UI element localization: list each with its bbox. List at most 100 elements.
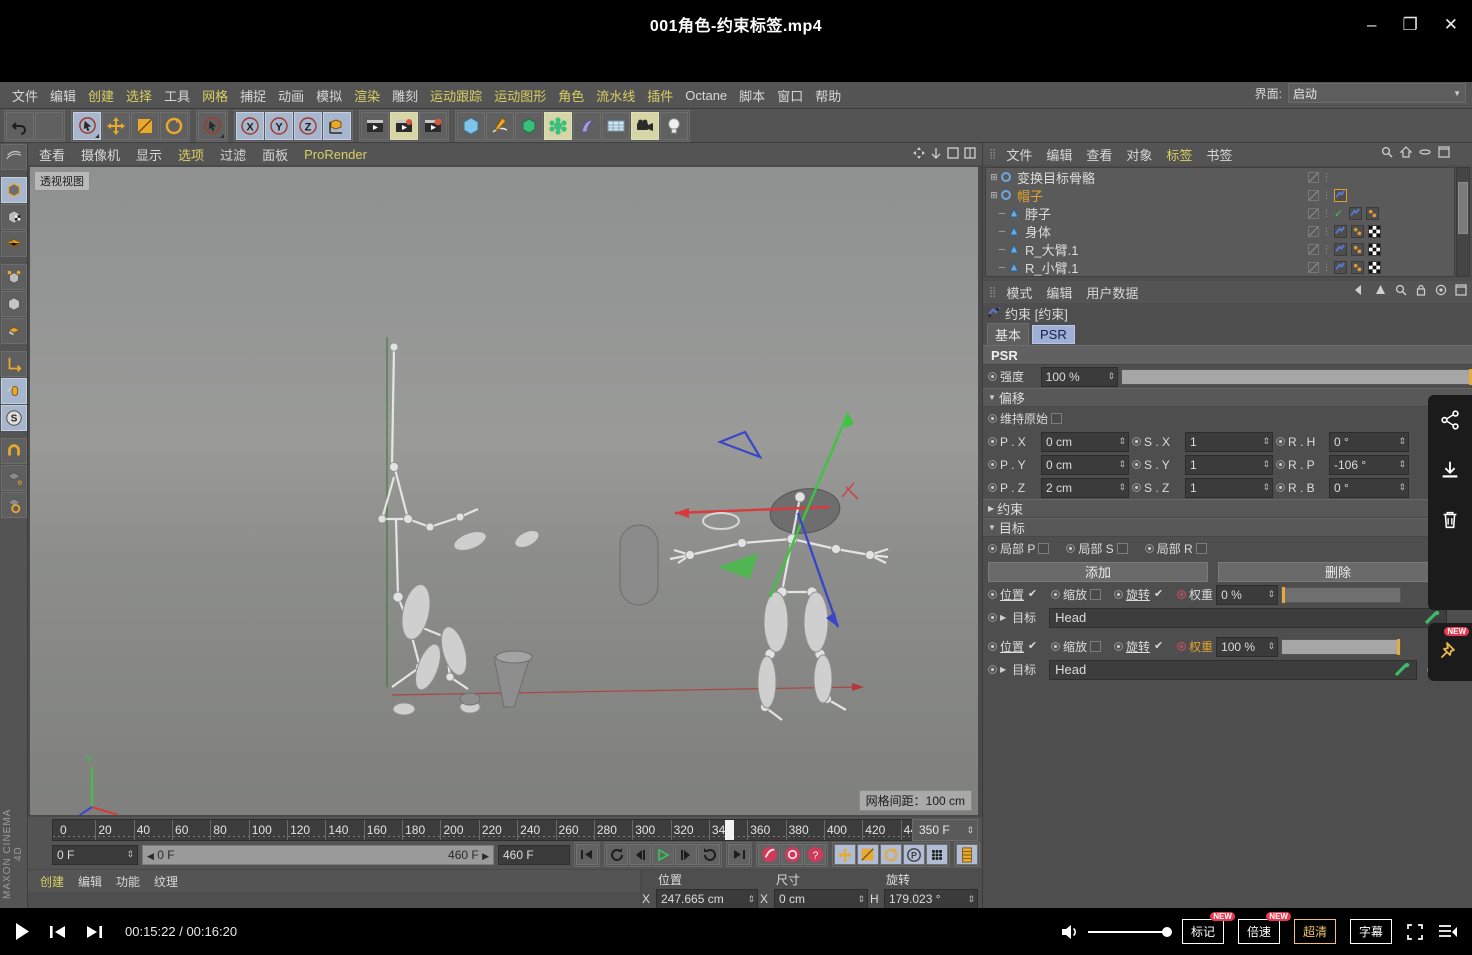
offset-sy-radio[interactable] xyxy=(1132,460,1141,469)
target-2-scale-checkbox[interactable] xyxy=(1090,641,1101,652)
fit-icon[interactable] xyxy=(1438,146,1450,158)
viewport-menu-prorender[interactable]: ProRender xyxy=(297,146,374,163)
material-menu-create[interactable]: 创建 xyxy=(34,872,70,891)
menu-item-edit[interactable]: 编辑 xyxy=(44,84,82,107)
menu-item-sculpt[interactable]: 雕刻 xyxy=(386,84,424,107)
download-button[interactable] xyxy=(1428,445,1472,495)
next-frame-icon[interactable] xyxy=(675,844,697,865)
offset-rb-field[interactable]: 0 °⇕ xyxy=(1329,478,1409,498)
target-1-weight-radio[interactable] xyxy=(1177,590,1186,599)
target-1-weight-slider[interactable] xyxy=(1281,587,1401,603)
target-2-scale-radio[interactable] xyxy=(1051,642,1060,651)
target-1-position-check[interactable]: ✔ xyxy=(1027,589,1038,600)
menu-item-render[interactable]: 渲染 xyxy=(348,84,386,107)
drag-handle-icon[interactable]: ⣿ xyxy=(989,149,996,160)
timeline-playhead[interactable] xyxy=(725,820,734,841)
object-manager-scrollbar[interactable] xyxy=(1456,167,1470,277)
menu-item-help[interactable]: 帮助 xyxy=(809,84,847,107)
layout-panel-icon[interactable] xyxy=(964,147,976,159)
render-settings-icon[interactable] xyxy=(419,112,447,140)
local-p-checkbox[interactable] xyxy=(1038,543,1049,554)
menu-item-character[interactable]: 角色 xyxy=(552,84,590,107)
end-frame-field[interactable]: 460 F xyxy=(498,845,570,865)
coord-field-px[interactable]: 247.665 cm⇕ xyxy=(656,889,758,908)
local-s-radio[interactable] xyxy=(1066,544,1075,553)
spinner-icon[interactable]: ⇕ xyxy=(126,849,134,860)
constraint-tag-icon[interactable] xyxy=(1334,225,1347,238)
offset-px-radio[interactable] xyxy=(988,437,997,446)
offset-rb-radio[interactable] xyxy=(1276,483,1285,492)
strength-field[interactable]: 100 %⇕ xyxy=(1041,367,1118,387)
volume-icon[interactable] xyxy=(1060,923,1080,941)
camera-icon[interactable] xyxy=(631,112,659,140)
spline-pen-icon[interactable] xyxy=(486,112,514,140)
target-1-rotation-check[interactable]: ✔ xyxy=(1153,589,1164,600)
menu-item-file[interactable]: 文件 xyxy=(6,84,44,107)
target-1-rotation-radio[interactable] xyxy=(1114,590,1123,599)
om-menu-edit[interactable]: 编辑 xyxy=(1040,144,1078,165)
keep-original-radio[interactable] xyxy=(988,414,997,423)
chevron-right-icon[interactable]: ▶ xyxy=(1000,613,1006,622)
edges-mode-icon[interactable] xyxy=(1,204,27,230)
workplane-icon[interactable] xyxy=(1,351,27,377)
light-icon[interactable] xyxy=(660,112,688,140)
constraint-tag-icon[interactable] xyxy=(1349,207,1362,220)
maximize-button[interactable]: ❐ xyxy=(1403,16,1418,33)
weight-tag-icon[interactable] xyxy=(1368,243,1381,256)
object-mode-icon[interactable] xyxy=(1,291,27,317)
visibility-dots-icon[interactable] xyxy=(1308,226,1319,237)
previous-frame-icon[interactable] xyxy=(629,844,651,865)
cube-primitive-icon[interactable] xyxy=(457,112,485,140)
material-menu-texture[interactable]: 纹理 xyxy=(148,872,184,891)
target-2-position-check[interactable]: ✔ xyxy=(1027,641,1038,652)
record-key-icon[interactable] xyxy=(758,844,780,865)
select-live-icon[interactable] xyxy=(73,112,101,140)
local-s-checkbox[interactable] xyxy=(1117,543,1128,554)
nurbs-icon[interactable] xyxy=(515,112,543,140)
delete-button[interactable] xyxy=(1428,495,1472,545)
search-icon[interactable] xyxy=(1381,146,1393,158)
menu-item-select[interactable]: 选择 xyxy=(120,84,158,107)
coord-field-h[interactable]: 179.023 °⇕ xyxy=(884,889,978,908)
visibility-dots-icon[interactable] xyxy=(1308,172,1319,183)
object-row[interactable]: ⊞帽子⋮ xyxy=(986,186,1454,204)
constraint-group-header[interactable]: ▶ 约束 xyxy=(983,499,1472,518)
maximize-panel-icon[interactable] xyxy=(947,147,959,159)
viewport-menu-options[interactable]: 选项 xyxy=(171,144,211,165)
material-menu-edit[interactable]: 编辑 xyxy=(72,872,108,891)
target-1-link-radio[interactable] xyxy=(988,613,997,622)
fullscreen-icon[interactable] xyxy=(1406,923,1424,941)
strength-radio[interactable] xyxy=(988,372,997,381)
render-region-icon[interactable] xyxy=(390,112,418,140)
object-dots-icon[interactable]: ⋮ xyxy=(1322,175,1328,179)
visibility-dots-icon[interactable] xyxy=(1308,190,1319,201)
3d-viewport[interactable]: 透视视图 网格间距：100 cm xyxy=(30,167,978,815)
timeline-ruler[interactable]: 0204060801001201401601802002202402602803… xyxy=(52,819,964,841)
object-row[interactable]: ─脖子⋮✓ xyxy=(986,204,1454,222)
offset-px-field[interactable]: 0 cm⇕ xyxy=(1041,432,1129,452)
material-menu-function[interactable]: 功能 xyxy=(110,872,146,891)
object-row[interactable]: ─R_小臂.1⋮ xyxy=(986,258,1454,276)
viewport-menu-display[interactable]: 显示 xyxy=(129,144,169,165)
target-2-link-radio[interactable] xyxy=(988,665,997,674)
constraint-tag-icon[interactable] xyxy=(1334,243,1347,256)
target-2-rotation-check[interactable]: ✔ xyxy=(1153,641,1164,652)
enable-axis-icon[interactable]: S xyxy=(1,405,27,431)
om-menu-file[interactable]: 文件 xyxy=(1000,144,1038,165)
target-2-weight-field[interactable]: 100 %⇕ xyxy=(1216,637,1278,657)
search-icon[interactable] xyxy=(1395,284,1407,296)
target-2-link-field[interactable]: Head xyxy=(1049,660,1417,680)
remove-button[interactable]: 删除 xyxy=(1218,562,1458,582)
menu-item-window[interactable]: 窗口 xyxy=(771,84,809,107)
bend-deformer-icon[interactable] xyxy=(573,112,601,140)
weight-tag-icon[interactable] xyxy=(1368,261,1381,274)
menu-item-octane[interactable]: Octane xyxy=(679,86,733,105)
visibility-dots-icon[interactable] xyxy=(1308,208,1319,219)
link-icon[interactable] xyxy=(1419,146,1431,158)
protection-tag-icon[interactable] xyxy=(1351,243,1364,256)
target-2-weight-radio[interactable] xyxy=(1177,642,1186,651)
play-icon[interactable] xyxy=(14,922,31,941)
local-r-checkbox[interactable] xyxy=(1196,543,1207,554)
constraint-tag-icon[interactable] xyxy=(1334,189,1347,202)
add-button[interactable]: 添加 xyxy=(988,562,1208,582)
